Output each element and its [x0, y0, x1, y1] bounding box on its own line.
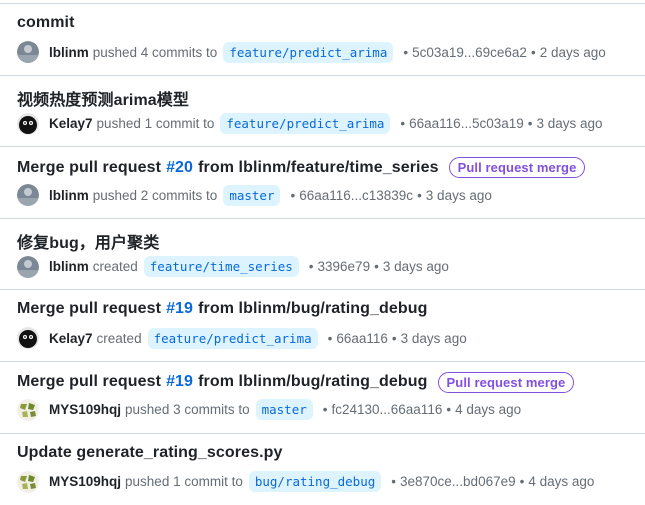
pull-request-title: Merge pull request #19 from lblinm/bug/r… [17, 300, 428, 318]
commit-title-link[interactable]: 视频热度预测arima模型 [17, 86, 189, 110]
commit-range[interactable]: 3e870ce...bd067e9 [400, 474, 516, 489]
activity-meta: lblinm created feature/time_series • 339… [17, 255, 449, 278]
user-link[interactable]: lblinm [49, 188, 89, 203]
commit-title[interactable]: 视频热度预测arima模型 [17, 86, 189, 110]
branch-label[interactable]: master [223, 184, 281, 206]
commit-hash[interactable]: 66aa116 [336, 331, 388, 346]
timestamp: 4 days ago [528, 474, 595, 490]
branch-label[interactable]: feature/predict_arima [147, 327, 318, 349]
pull-request-link[interactable]: #19 [166, 373, 193, 391]
commit-title-prefix[interactable]: Merge pull request [17, 159, 161, 177]
pull-request-merge-badge[interactable]: Pull request merge [437, 371, 575, 393]
separator-dot: • [391, 474, 396, 490]
branch-label[interactable]: master [255, 399, 313, 421]
separator-dot: • [446, 402, 452, 418]
timestamp: 3 days ago [536, 116, 603, 132]
user-avatar[interactable] [17, 112, 39, 135]
user-link[interactable]: MYS109hqj [49, 402, 121, 417]
activity-item: Merge pull request #19 from lblinm/bug/r… [0, 290, 645, 362]
separator-dot: • [308, 259, 314, 275]
commit-title-prefix[interactable]: Merge pull request [17, 300, 161, 318]
commit-range[interactable]: 66aa116...5c03a19 [409, 116, 524, 131]
user-avatar[interactable] [17, 398, 39, 421]
separator-dot: • [374, 259, 379, 275]
action-text: pushed 1 commit to [96, 116, 215, 132]
pull-request-merge-badge[interactable]: Pull request merge [448, 157, 586, 179]
separator-dot: • [322, 402, 328, 418]
activity-meta: MYS109hqj pushed 1 commit to bug/rating_… [17, 470, 595, 493]
commit-range[interactable]: 66aa116...c13839c [299, 188, 413, 203]
user-avatar[interactable] [17, 255, 39, 278]
action-text: pushed 2 commits to [92, 187, 218, 203]
commit-range[interactable]: 5c03a19...69ce6a2 [412, 45, 527, 60]
branch-label[interactable]: feature/predict_arima [223, 41, 394, 63]
activity-meta: lblinm pushed 2 commits to master • 66aa… [17, 184, 492, 207]
separator-dot: • [400, 116, 406, 132]
pull-request-link[interactable]: #19 [166, 300, 193, 318]
user-link[interactable]: lblinm [49, 259, 89, 274]
activity-meta: Kelay7 created feature/predict_arima • 6… [17, 327, 467, 350]
separator-dot: • [391, 330, 397, 346]
user-link[interactable]: Kelay7 [49, 116, 93, 131]
user-link[interactable]: MYS109hqj [49, 474, 121, 489]
branch-label[interactable]: bug/rating_debug [248, 471, 382, 493]
activity-meta: Kelay7 pushed 1 commit to feature/predic… [17, 112, 603, 135]
commit-hash[interactable]: 3396e79 [318, 259, 371, 274]
commit-title-link[interactable]: 修复bug，用户聚类 [17, 229, 159, 253]
separator-dot: • [327, 330, 333, 346]
separator-dot: • [519, 474, 525, 490]
branch-label[interactable]: feature/predict_arima [220, 113, 391, 135]
user-avatar[interactable] [17, 184, 39, 207]
commit-range[interactable]: fc24130...66aa116 [331, 402, 442, 417]
timestamp: 4 days ago [455, 402, 522, 418]
separator-dot: • [530, 44, 536, 60]
activity-feed: commit lblinm pushed 4 commits to featur… [0, 0, 645, 505]
timestamp: 3 days ago [425, 187, 492, 203]
timestamp: 2 days ago [539, 44, 606, 60]
branch-label[interactable]: feature/time_series [143, 256, 299, 278]
commit-title-prefix[interactable]: Merge pull request [17, 373, 161, 391]
commit-title-link[interactable]: Update generate_rating_scores.py [17, 444, 283, 462]
action-text: pushed 1 commit to [125, 474, 243, 490]
activity-meta: lblinm pushed 4 commits to feature/predi… [17, 41, 606, 63]
pull-request-title: Merge pull request #19 from lblinm/bug/r… [17, 371, 575, 393]
timestamp: 3 days ago [382, 259, 449, 275]
pull-request-link[interactable]: #20 [166, 159, 193, 177]
activity-item: Update generate_rating_scores.py MYS109h… [0, 434, 645, 505]
commit-title-suffix[interactable]: from lblinm/feature/time_series [198, 159, 439, 177]
user-avatar[interactable] [17, 327, 39, 350]
action-text: created [96, 330, 142, 346]
activity-item: 视频热度预测arima模型 Kelay7 pushed 1 commit to … [0, 76, 645, 148]
timestamp: 3 days ago [400, 330, 467, 346]
user-avatar[interactable] [17, 41, 39, 63]
commit-title-link[interactable]: commit [17, 14, 75, 32]
commit-title[interactable]: 修复bug，用户聚类 [17, 229, 159, 253]
commit-title-suffix[interactable]: from lblinm/bug/rating_debug [198, 300, 427, 318]
action-text: pushed 4 commits to [92, 44, 218, 60]
separator-dot: • [403, 44, 409, 60]
commit-title[interactable]: Update generate_rating_scores.py [17, 444, 283, 462]
activity-item: Merge pull request #20 from lblinm/featu… [0, 147, 645, 219]
pull-request-title: Merge pull request #20 from lblinm/featu… [17, 157, 586, 179]
separator-dot: • [527, 116, 533, 132]
commit-title-suffix[interactable]: from lblinm/bug/rating_debug [198, 373, 427, 391]
activity-item: Merge pull request #19 from lblinm/bug/r… [0, 362, 645, 434]
commit-title[interactable]: commit [17, 14, 75, 32]
separator-dot: • [290, 187, 296, 203]
activity-item: commit lblinm pushed 4 commits to featur… [0, 4, 645, 76]
activity-item: 修复bug，用户聚类 lblinm created feature/time_s… [0, 219, 645, 291]
separator-dot: • [417, 187, 422, 203]
user-link[interactable]: Kelay7 [49, 331, 93, 346]
user-link[interactable]: lblinm [49, 45, 89, 60]
action-text: created [92, 259, 138, 275]
user-avatar[interactable] [17, 470, 39, 493]
action-text: pushed 3 commits to [125, 402, 250, 418]
activity-meta: MYS109hqj pushed 3 commits to master • f… [17, 398, 522, 421]
